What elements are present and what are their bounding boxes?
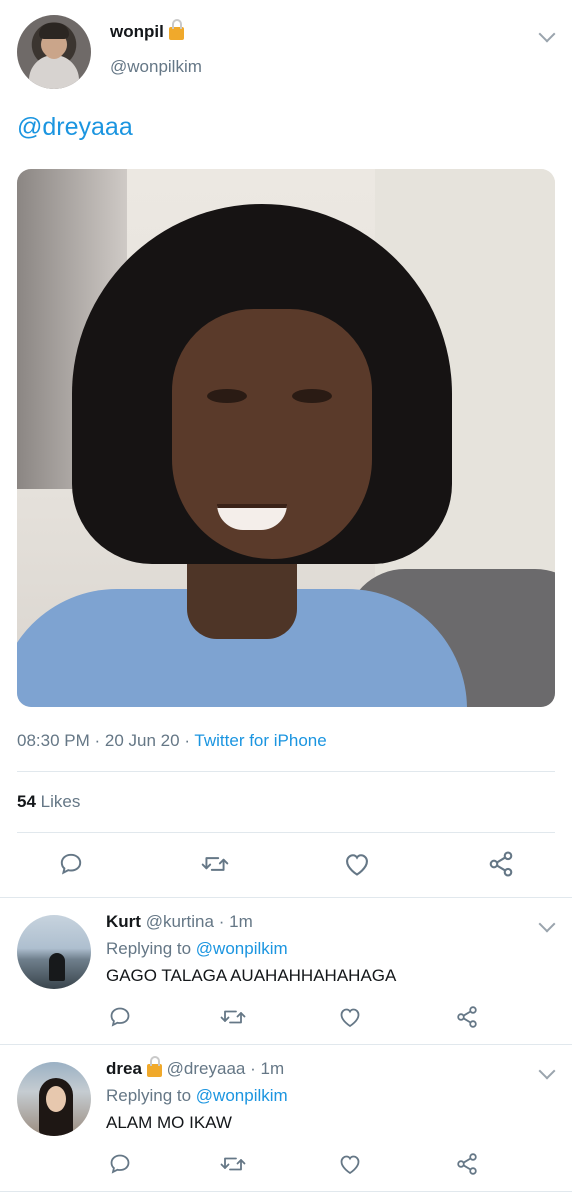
- like-button[interactable]: [341, 850, 373, 878]
- reply-icon: [110, 1154, 130, 1174]
- tweet-date: 20 Jun 20: [104, 731, 180, 750]
- divider: [17, 771, 555, 772]
- like-button[interactable]: [336, 1151, 364, 1177]
- photo-eye-left: [207, 389, 247, 403]
- divider: [17, 832, 555, 833]
- replying-to-handle[interactable]: @wonpilkim: [196, 1086, 288, 1105]
- avatar-figure: [49, 953, 65, 981]
- tweet-time: 08:30 PM: [17, 731, 90, 750]
- retweet-icon: [220, 1010, 246, 1024]
- reply-text: ALAM MO IKAW: [106, 1113, 232, 1132]
- author-name-row[interactable]: wonpil: [110, 19, 184, 42]
- share-button[interactable]: [453, 1004, 481, 1030]
- retweet-icon: [220, 1157, 246, 1171]
- reply-button[interactable]: [55, 850, 87, 878]
- heart-icon: [340, 1008, 360, 1028]
- replying-to: Replying to @wonpilkim: [106, 939, 288, 959]
- chevron-down-icon[interactable]: [538, 1062, 556, 1080]
- avatar-hood: [29, 55, 79, 89]
- share-icon: [457, 1006, 477, 1028]
- likes-label: Likes: [40, 792, 81, 811]
- reply-time: 1m: [229, 912, 253, 931]
- reply-button[interactable]: [106, 1004, 134, 1030]
- chevron-down-icon[interactable]: [538, 915, 556, 933]
- likes-count: 54: [17, 792, 36, 811]
- reply-button[interactable]: [106, 1151, 134, 1177]
- meta-separator: ·: [218, 912, 225, 931]
- share-button[interactable]: [485, 850, 517, 878]
- reply-time: 1m: [260, 1059, 285, 1078]
- reply-author-name[interactable]: drea: [106, 1059, 142, 1078]
- replying-prefix: Replying to: [106, 939, 192, 958]
- avatar-hair: [39, 23, 69, 39]
- meta-separator: ·: [250, 1059, 256, 1078]
- heart-icon: [346, 854, 368, 876]
- lock-icon: [168, 19, 184, 40]
- photo-eye-right: [292, 389, 332, 403]
- tweet-source[interactable]: Twitter for iPhone: [194, 731, 326, 750]
- reply-text: GAGO TALAGA AUAHAHHAHAHAGA: [106, 966, 397, 985]
- divider: [0, 1191, 572, 1192]
- likes-summary[interactable]: 54 Likes: [17, 792, 80, 812]
- meta-separator: ·: [184, 731, 190, 750]
- reply-avatar[interactable]: [17, 915, 91, 989]
- divider: [0, 897, 572, 898]
- tweet-mention[interactable]: @dreyaaa: [17, 113, 133, 142]
- meta-separator: ·: [94, 731, 101, 750]
- share-button[interactable]: [453, 1151, 481, 1177]
- replying-to-handle[interactable]: @wonpilkim: [196, 939, 288, 958]
- reply-author-handle[interactable]: @dreyaaa: [167, 1059, 246, 1078]
- heart-icon: [340, 1155, 360, 1175]
- author-name[interactable]: wonpil: [110, 22, 164, 41]
- reply-author-handle[interactable]: @kurtina: [146, 912, 214, 931]
- retweet-button[interactable]: [218, 1151, 248, 1177]
- tweet-photo[interactable]: [17, 169, 555, 707]
- chevron-down-icon[interactable]: [538, 25, 556, 43]
- share-icon: [489, 851, 513, 877]
- retweet-icon: [201, 857, 229, 871]
- author-avatar[interactable]: [17, 15, 91, 89]
- reply-icon: [110, 1007, 130, 1027]
- replying-to: Replying to @wonpilkim: [106, 1086, 288, 1106]
- retweet-button[interactable]: [218, 1004, 248, 1030]
- reply-header: drea @dreyaaa · 1m: [106, 1056, 285, 1079]
- replying-prefix: Replying to: [106, 1086, 192, 1105]
- retweet-button[interactable]: [199, 850, 231, 878]
- divider: [0, 1044, 572, 1045]
- tweet-meta: 08:30 PM · 20 Jun 20 · Twitter for iPhon…: [17, 731, 327, 751]
- reply-header: Kurt @kurtina · 1m: [106, 912, 253, 932]
- share-icon: [457, 1153, 477, 1175]
- reply-icon: [60, 853, 82, 875]
- lock-icon: [146, 1056, 162, 1077]
- reply-author-name[interactable]: Kurt: [106, 912, 141, 931]
- author-handle[interactable]: @wonpilkim: [110, 57, 202, 77]
- like-button[interactable]: [336, 1004, 364, 1030]
- reply-avatar[interactable]: [17, 1062, 91, 1136]
- avatar-face: [46, 1086, 66, 1112]
